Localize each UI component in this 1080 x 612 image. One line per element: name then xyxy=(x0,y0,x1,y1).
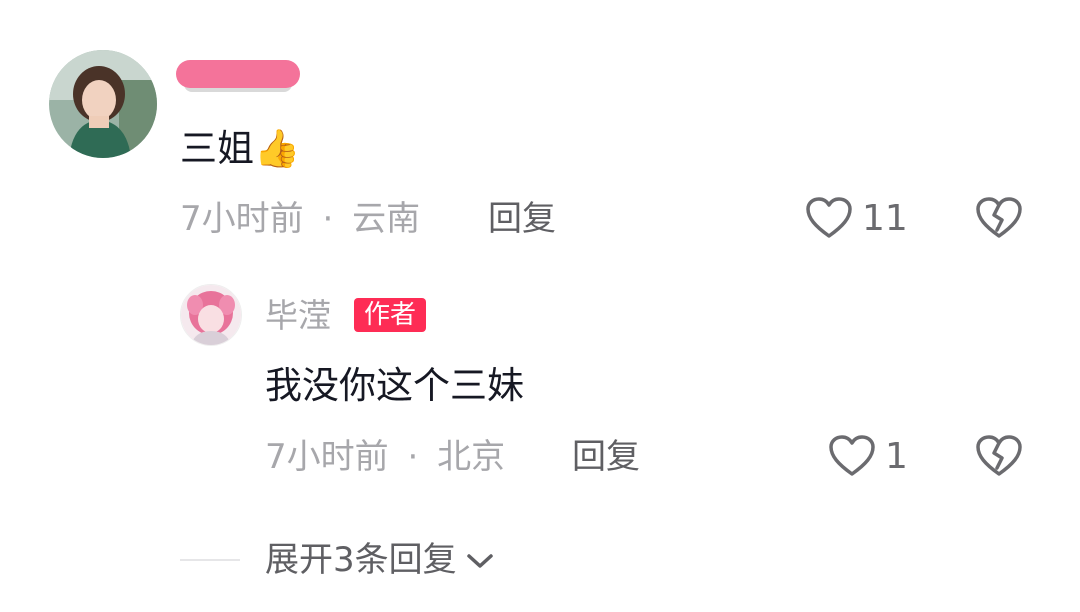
commenter-avatar[interactable] xyxy=(49,50,157,158)
heart-outline-icon[interactable] xyxy=(805,196,853,244)
reply-author-avatar[interactable] xyxy=(180,284,242,346)
expand-replies-button[interactable]: 展开3条回复 xyxy=(265,540,495,580)
reply-like-count: 1 xyxy=(885,436,908,477)
author-badge: 作者 xyxy=(354,298,427,332)
broken-heart-icon[interactable] xyxy=(975,434,1023,482)
chevron-down-icon xyxy=(465,540,495,580)
reply-text: 我没你这个三妹 xyxy=(265,364,524,407)
comment-time: 7小时前 xyxy=(180,199,304,239)
reply-author-name[interactable]: 毕滢 xyxy=(265,296,331,336)
meta-separator: · xyxy=(407,437,419,477)
comment-location: 云南 xyxy=(352,199,421,239)
heart-outline-icon[interactable] xyxy=(828,434,876,482)
expand-divider xyxy=(180,559,240,561)
broken-heart-icon[interactable] xyxy=(975,196,1023,244)
comment-text: 三姐👍 xyxy=(180,127,301,170)
reply-reply-button[interactable]: 回复 xyxy=(572,437,640,477)
reply-meta: 7小时前 · 北京 xyxy=(265,437,505,477)
meta-separator: · xyxy=(322,199,334,239)
comment-meta: 7小时前 · 云南 xyxy=(180,199,420,239)
reply-location: 北京 xyxy=(437,437,506,477)
reply-time: 7小时前 xyxy=(265,437,389,477)
comment-like-count: 11 xyxy=(862,198,908,239)
expand-replies-label: 展开3条回复 xyxy=(265,540,457,580)
comment-reply-button[interactable]: 回复 xyxy=(488,199,556,239)
